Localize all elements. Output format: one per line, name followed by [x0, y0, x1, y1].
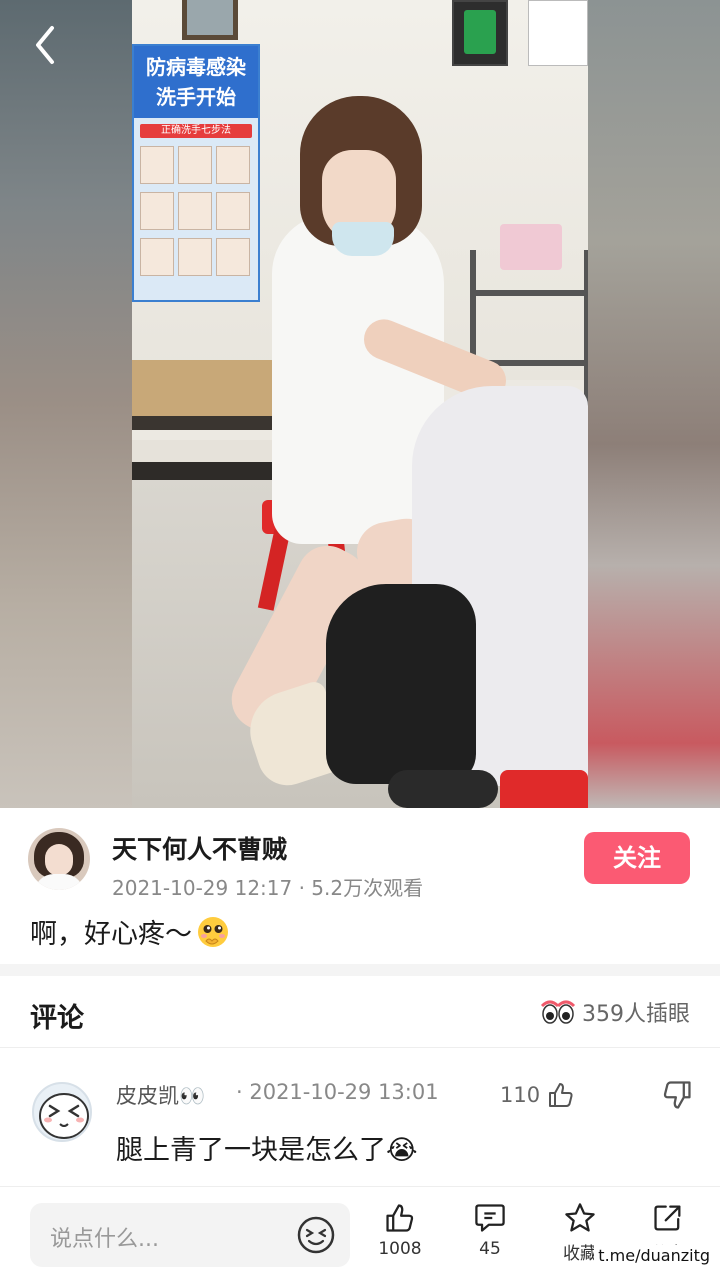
face-mask	[332, 222, 394, 256]
blurred-backdrop-left	[0, 0, 132, 808]
emoji-button[interactable]	[296, 1215, 336, 1255]
chevron-left-icon	[36, 26, 54, 64]
bookmark-eyes-count[interactable]: 359人插眼	[540, 996, 690, 1028]
comment-dislike-button[interactable]	[660, 1078, 694, 1112]
thumbs-up-icon	[386, 1204, 414, 1232]
poster-title-line2: 洗手开始	[156, 85, 236, 109]
back-button[interactable]	[26, 22, 66, 68]
comment-count: 45	[479, 1239, 501, 1259]
comment-input[interactable]: 说点什么...	[30, 1203, 350, 1267]
comment-input-placeholder: 说点什么...	[50, 1227, 159, 1252]
author-avatar[interactable]	[28, 828, 90, 890]
poster-step	[178, 192, 212, 230]
follow-button[interactable]: 关注	[584, 832, 690, 884]
post-meta: 2021-10-29 12:17 · 5.2万次观看	[112, 876, 424, 900]
commenter-avatar[interactable]	[32, 1082, 92, 1142]
poster-step	[140, 238, 174, 276]
author-row: 天下何人不曹贼 2021-10-29 12:17 · 5.2万次观看 关注	[0, 808, 720, 908]
handwash-poster: 防病毒感染 洗手开始 正确洗手七步法	[132, 44, 260, 302]
commenter-name[interactable]: 皮皮凯👀	[116, 1080, 205, 1110]
nurse-shoe	[388, 770, 498, 808]
window	[182, 0, 238, 40]
bottom-action-bar: 说点什么... 1008 45 收藏 t.me/duanzitg	[0, 1186, 720, 1280]
like-count: 1008	[378, 1239, 422, 1259]
comment-like-button[interactable]: 110	[500, 1080, 576, 1110]
pleading-face-emoji-icon	[198, 917, 228, 947]
comment-text: 腿上青了一块是怎么了😭	[116, 1135, 418, 1166]
comments-header: 评论 359人插眼	[0, 976, 720, 1048]
emoji-face-icon	[297, 1216, 335, 1254]
comment-like-count: 110	[500, 1083, 541, 1107]
author-name[interactable]: 天下何人不曹贼	[112, 830, 287, 866]
eyes-icon	[540, 1000, 576, 1024]
comments-title: 评论	[30, 1003, 84, 1034]
bench-base	[132, 440, 282, 480]
eyes-count-text: 359人插眼	[582, 1002, 690, 1027]
comment-item[interactable]: 皮皮凯👀 · 2021-10-29 13:01 110 腿上青了一块是怎么了😭	[0, 1048, 720, 1186]
qr-code-sign	[452, 0, 508, 66]
share-arrow-icon	[654, 1205, 681, 1231]
like-button[interactable]: 1008	[360, 1201, 440, 1271]
poster-title-line1: 防病毒感染	[146, 55, 246, 79]
poster-step	[216, 238, 250, 276]
poster-subtitle: 正确洗手七步法	[140, 124, 252, 138]
poster-step	[140, 146, 174, 184]
poster-step	[178, 146, 212, 184]
red-stool-2	[500, 770, 588, 808]
video-player[interactable]: 防病毒感染 洗手开始 正确洗手七步法	[0, 0, 720, 808]
comment-button[interactable]: 45	[450, 1201, 530, 1271]
blurred-backdrop-right	[586, 0, 720, 808]
poster-steps	[138, 144, 254, 282]
watermark-text: t.me/duanzitg	[594, 1245, 714, 1266]
thumbs-down-icon	[663, 1081, 691, 1109]
poster-step	[216, 192, 250, 230]
nurse-pants	[326, 584, 476, 784]
poster-step	[140, 192, 174, 230]
poster-step	[178, 238, 212, 276]
bench	[132, 360, 288, 430]
section-divider	[0, 964, 720, 976]
post-caption-text: 啊，好心疼～	[30, 919, 192, 950]
star-icon	[565, 1203, 595, 1232]
speech-bubble-icon	[475, 1204, 505, 1232]
video-frame: 防病毒感染 洗手开始 正确洗手七步法	[132, 0, 588, 808]
notice-sheet	[528, 0, 588, 66]
poster-step	[216, 146, 250, 184]
cartoon-face-icon	[39, 1093, 89, 1139]
comment-time: · 2021-10-29 13:01	[236, 1080, 439, 1104]
post-caption: 啊，好心疼～	[30, 912, 230, 951]
thumbs-up-icon	[549, 1083, 573, 1107]
